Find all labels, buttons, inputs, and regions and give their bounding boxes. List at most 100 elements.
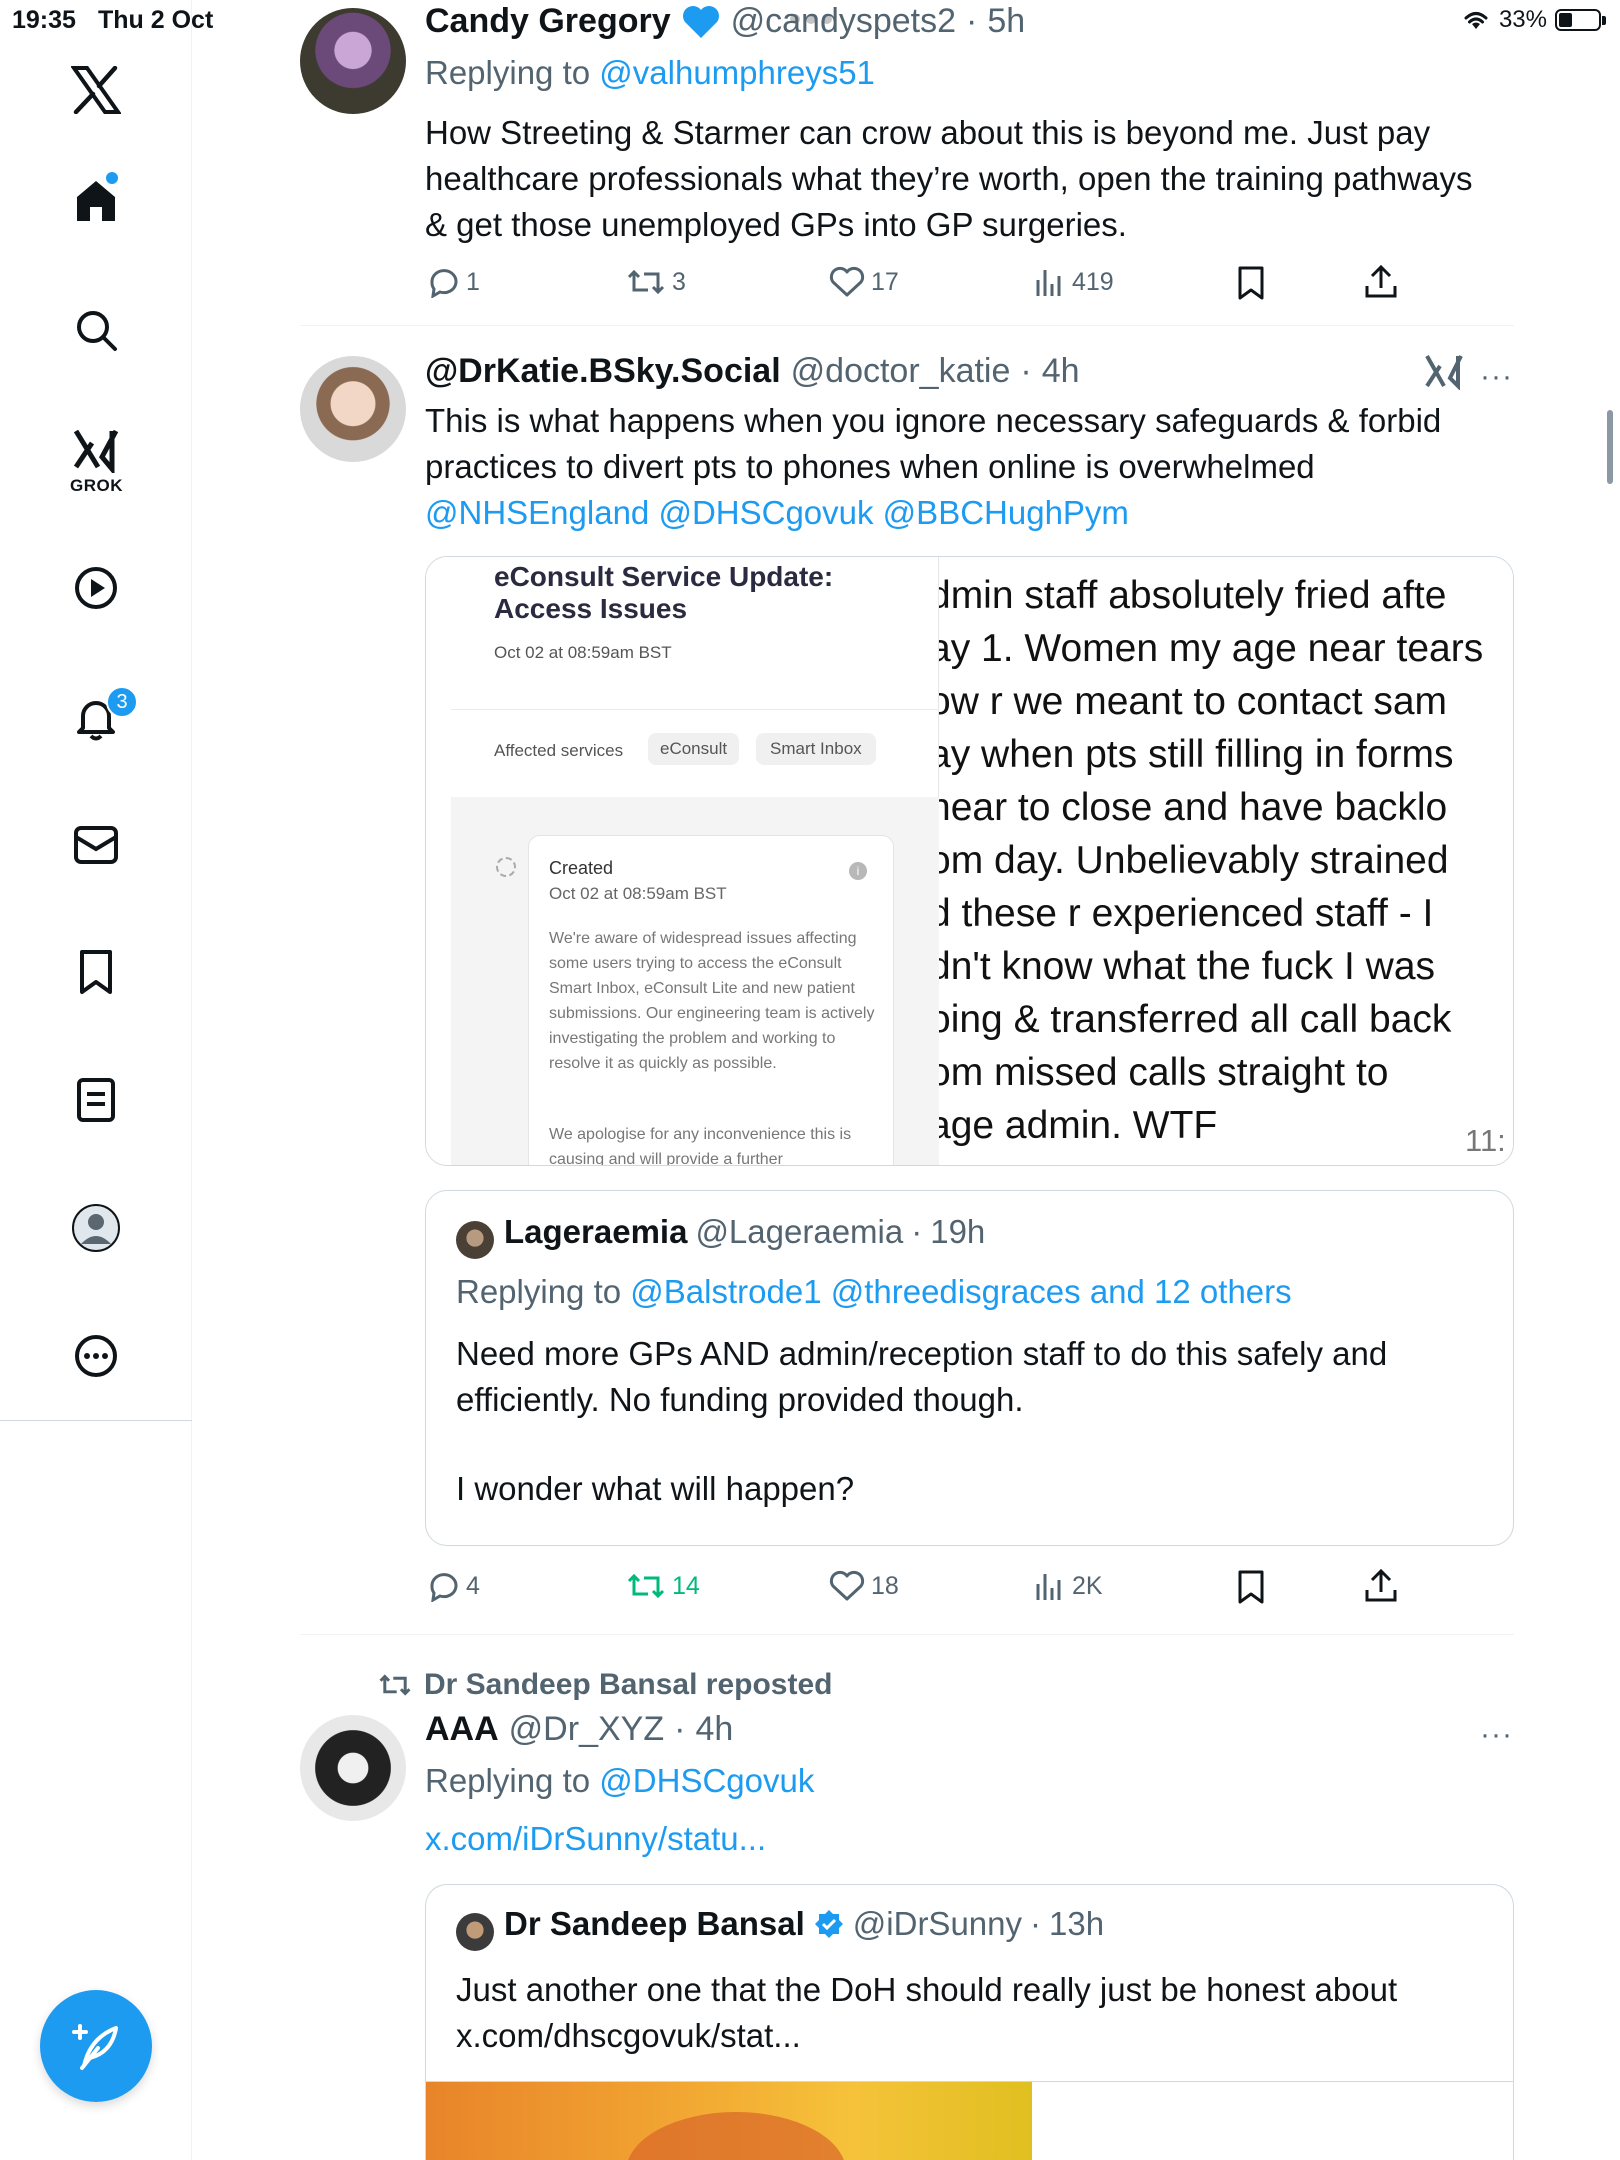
econsult-title-line2: Access Issues (494, 593, 688, 624)
quoted-post-link[interactable]: x.com/dhscgovuk/stat... (456, 2013, 801, 2059)
more-options-icon[interactable]: ··· (1480, 1718, 1513, 1752)
post-time[interactable]: 5h (987, 2, 1025, 41)
like-button[interactable]: 17 (829, 266, 899, 298)
grok-explain-icon[interactable] (1424, 352, 1464, 395)
chip-econsult: eConsult (648, 733, 740, 765)
message-line: ay when pts still filling in forms (939, 733, 1454, 776)
quoted-author-name[interactable]: Lageraemia (504, 1213, 687, 1251)
econsult-title-line1: eConsult Service Update: (494, 561, 834, 592)
replying-to-link[interactable]: @Balstrode1 @threedisgraces and 12 other… (630, 1273, 1291, 1310)
views-button[interactable]: 2K (1034, 1570, 1103, 1602)
repost-button[interactable]: 3 (626, 266, 686, 298)
author-handle[interactable]: @candyspets2 (731, 2, 956, 41)
verified-badge-icon (814, 1910, 843, 1938)
message-line: ow r we meant to contact sam (939, 680, 1448, 723)
views-button[interactable]: 419 (1034, 266, 1114, 298)
avatar[interactable] (456, 1221, 494, 1259)
replying-to-link[interactable]: @valhumphreys51 (599, 54, 875, 91)
author-name[interactable]: @DrKatie.BSky.Social (425, 352, 781, 391)
reposted-by[interactable]: Dr Sandeep Bansal reposted (424, 1668, 832, 1702)
like-button[interactable]: 18 (829, 1570, 899, 1602)
bookmark-button[interactable] (1236, 266, 1266, 305)
quoted-post-card[interactable]: Lageraemia @Lageraemia · 19h Replying to… (425, 1190, 1514, 1546)
message-line: om day. Unbelievably strained (939, 839, 1449, 882)
quoted-post-text-2: I wonder what will happen? (456, 1470, 855, 1507)
post-time[interactable]: 4h (1042, 352, 1080, 391)
media-card[interactable]: eConsult Service Update: Access Issues O… (425, 556, 1514, 1166)
reply-icon (430, 269, 458, 298)
share-button[interactable] (1364, 1568, 1398, 1609)
bookmark-icon (1238, 266, 1264, 300)
quoted-author-name[interactable]: Dr Sandeep Bansal (504, 1905, 805, 1943)
author-handle[interactable]: @doctor_katie (791, 352, 1011, 391)
home-icon[interactable] (66, 170, 126, 230)
bookmark-button[interactable] (1236, 1570, 1266, 1609)
repost-icon (627, 269, 665, 295)
reply-button[interactable]: 1 (426, 266, 480, 298)
share-icon (1365, 264, 1397, 298)
quoted-post-text: Just another one that the DoH should rea… (456, 1971, 1398, 2008)
heart-icon (829, 1570, 865, 1601)
avatar[interactable] (300, 1715, 406, 1821)
author-name[interactable]: AAA (425, 1710, 499, 1749)
repost-count: 14 (672, 1571, 700, 1600)
more-icon[interactable] (66, 1326, 126, 1386)
author-handle[interactable]: @Dr_XYZ (509, 1710, 664, 1749)
post-divider (300, 1634, 1514, 1635)
author-name[interactable]: Candy Gregory (425, 2, 671, 41)
scrollbar-thumb[interactable] (1607, 410, 1613, 484)
replying-to-link[interactable]: @DHSCgovuk (599, 1762, 814, 1799)
quoted-author-handle[interactable]: @Lageraemia (695, 1213, 903, 1251)
x-logo-icon[interactable] (66, 60, 126, 120)
reply-count: 1 (466, 267, 480, 296)
views-count: 2K (1072, 1571, 1103, 1600)
post-text: This is what happens when you ignore nec… (425, 402, 1442, 485)
grok-icon[interactable] (66, 420, 126, 480)
avatar[interactable] (456, 1913, 494, 1951)
econsult-paragraph-2: We apologise for any inconvenience this … (549, 1126, 852, 1166)
share-icon (1365, 1568, 1397, 1602)
lists-icon[interactable] (66, 1070, 126, 1130)
avatar[interactable] (300, 8, 406, 114)
compose-post-button[interactable] (40, 1990, 152, 2102)
quoted-post-time[interactable]: 13h (1049, 1905, 1104, 1943)
econsult-paragraph-1: We're aware of widespread issues affecti… (549, 930, 875, 1072)
battery-icon (1555, 9, 1601, 31)
more-options-icon[interactable]: ··· (1480, 360, 1513, 394)
status-right: 33% (1461, 6, 1606, 34)
bookmark-icon[interactable] (66, 942, 126, 1002)
quoted-post-time[interactable]: 19h (930, 1213, 985, 1251)
replying-prefix: Replying to (425, 54, 591, 91)
quoted-post-image[interactable] (426, 2082, 1032, 2160)
share-button[interactable] (1364, 264, 1398, 305)
post-link[interactable]: x.com/iDrSunny/statu... (425, 1820, 766, 1858)
message-line: dn't know what the fuck I was (939, 945, 1436, 988)
info-icon: i (849, 862, 867, 880)
quoted-post-card[interactable]: Dr Sandeep Bansal @iDrSunny · 13h Just a… (425, 1884, 1514, 2160)
repost-button[interactable]: 14 (626, 1570, 700, 1602)
replying-prefix: Replying to (425, 1762, 591, 1799)
quoted-author-handle[interactable]: @iDrSunny (853, 1905, 1022, 1943)
message-timestamp: 11: (1465, 1123, 1506, 1158)
post-time[interactable]: 4h (695, 1710, 733, 1749)
avatar[interactable] (300, 356, 406, 462)
mentions[interactable]: @NHSEngland @DHSCgovuk @BBCHughPym (425, 490, 1129, 536)
message-line: oing & transferred all call back (939, 998, 1452, 1041)
video-icon[interactable] (66, 558, 126, 618)
profile-icon[interactable] (66, 1198, 126, 1258)
like-count: 17 (871, 267, 899, 296)
mail-icon[interactable] (66, 815, 126, 875)
media-image-right[interactable]: dmin staff absolutely fried afte ay 1. W… (939, 557, 1513, 1165)
reply-button[interactable]: 4 (426, 1570, 480, 1602)
post-divider (300, 325, 1514, 326)
post-text: How Streeting & Starmer can crow about t… (425, 114, 1473, 243)
search-icon[interactable] (66, 300, 126, 360)
heart-icon (829, 266, 865, 297)
media-image-left[interactable]: eConsult Service Update: Access Issues O… (426, 557, 939, 1166)
views-count: 419 (1072, 267, 1114, 296)
created-date: Oct 02 at 08:59am BST (549, 884, 727, 903)
grok-label: GROK (70, 476, 123, 495)
repost-indicator-icon (379, 1674, 411, 1696)
compose-feather-icon (72, 2024, 118, 2070)
affected-label: Affected services (494, 741, 624, 760)
